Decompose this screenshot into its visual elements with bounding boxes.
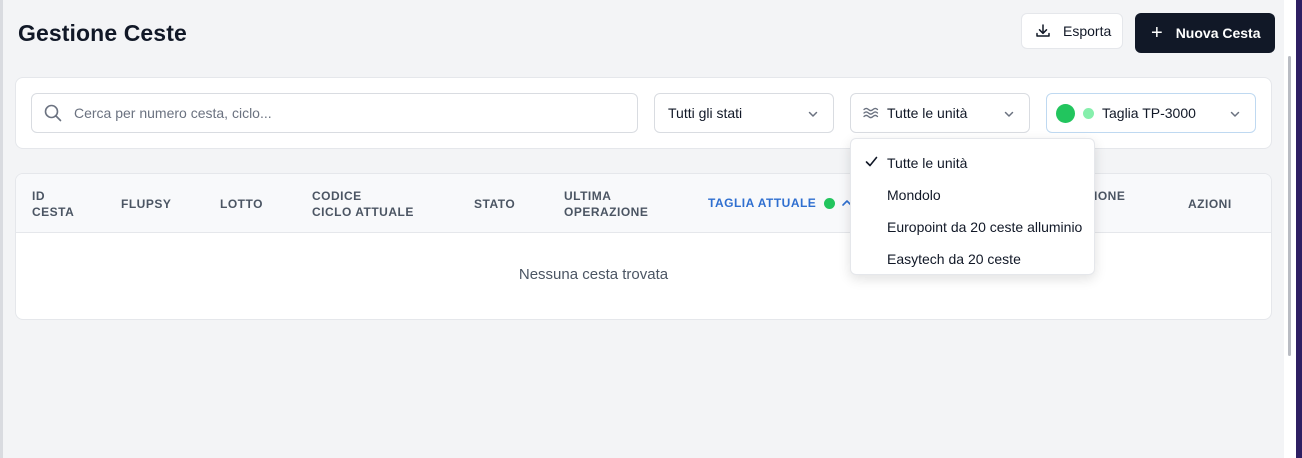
scrollbar-thumb[interactable] — [1288, 56, 1291, 356]
page-title: Gestione Ceste — [18, 20, 187, 46]
size-status-dot — [1056, 103, 1075, 123]
size-filter-select[interactable]: Taglia TP-3000 — [1046, 93, 1256, 133]
column-header-text: LOTTO — [220, 197, 263, 211]
download-icon — [1035, 23, 1051, 39]
column-header-status[interactable]: STATO — [474, 196, 515, 212]
column-header-text: ULTIMA — [564, 189, 612, 203]
size-status-dot — [824, 197, 836, 209]
column-header-current-size[interactable]: TAGLIA ATTUALE — [708, 195, 853, 211]
column-header-text: FLUPSY — [121, 197, 172, 211]
column-header-text: CICLO ATTUALE — [312, 205, 414, 219]
new-basket-button[interactable]: + Nuova Cesta — [1135, 13, 1275, 53]
column-header-lot[interactable]: LOTTO — [220, 196, 263, 212]
menu-item-label: Easytech da 20 ceste — [887, 251, 1021, 267]
chevron-down-icon — [1229, 108, 1241, 120]
menu-item-label: Tutte le unità — [887, 155, 968, 171]
plus-icon: + — [1151, 22, 1163, 44]
unit-dropdown-menu: Tutte le unità Mondolo Europoint da 20 c… — [850, 138, 1095, 275]
column-header-flupsy[interactable]: FLUPSY — [121, 196, 171, 212]
column-header-actions: AZIONI — [1188, 196, 1232, 212]
menu-item-label: Mondolo — [887, 187, 941, 203]
status-filter-value: Tutti gli stati — [668, 105, 743, 121]
unit-filter-value: Tutte le unità — [887, 105, 968, 121]
menu-item-easytech[interactable]: Easytech da 20 ceste — [851, 239, 1094, 271]
search-icon — [44, 104, 62, 122]
search-field[interactable] — [31, 93, 638, 133]
check-icon — [865, 156, 878, 167]
menu-item-mondolo[interactable]: Mondolo — [851, 175, 1094, 207]
column-header-text: STATO — [474, 197, 516, 211]
chevron-down-icon — [1003, 108, 1015, 120]
column-header-text: IONE — [1094, 189, 1126, 203]
unit-filter-select[interactable]: Tutte le unità — [850, 93, 1030, 133]
column-header-text: AZIONI — [1188, 197, 1232, 211]
waves-icon — [863, 106, 879, 120]
column-header-text: ID — [32, 189, 45, 203]
column-header-text: CESTA — [32, 205, 75, 219]
column-header-id[interactable]: ID CESTA — [32, 188, 74, 220]
export-button[interactable]: Esporta — [1021, 13, 1123, 49]
column-header-last-operation[interactable]: ULTIMA OPERAZIONE — [564, 188, 648, 220]
new-basket-button-label: Nuova Cesta — [1175, 25, 1261, 41]
menu-item-europoint[interactable]: Europoint da 20 ceste alluminio — [851, 207, 1094, 239]
status-filter-select[interactable]: Tutti gli stati — [654, 93, 834, 133]
size-filter-value: Taglia TP-3000 — [1102, 105, 1196, 121]
export-button-label: Esporta — [1063, 23, 1112, 39]
menu-item-label: Europoint da 20 ceste alluminio — [887, 219, 1083, 235]
menu-item-all-units[interactable]: Tutte le unità — [851, 143, 1094, 175]
column-header-text: CODICE — [312, 189, 362, 203]
chevron-down-icon — [807, 108, 819, 120]
column-header-text: OPERAZIONE — [564, 205, 649, 219]
search-input[interactable] — [72, 104, 596, 122]
column-header-text: TAGLIA ATTUALE — [708, 196, 817, 210]
column-header-partial[interactable]: IONE — [1094, 188, 1125, 204]
size-color-dot — [1083, 107, 1094, 119]
column-header-cycle-code[interactable]: CODICE CICLO ATTUALE — [312, 188, 414, 220]
